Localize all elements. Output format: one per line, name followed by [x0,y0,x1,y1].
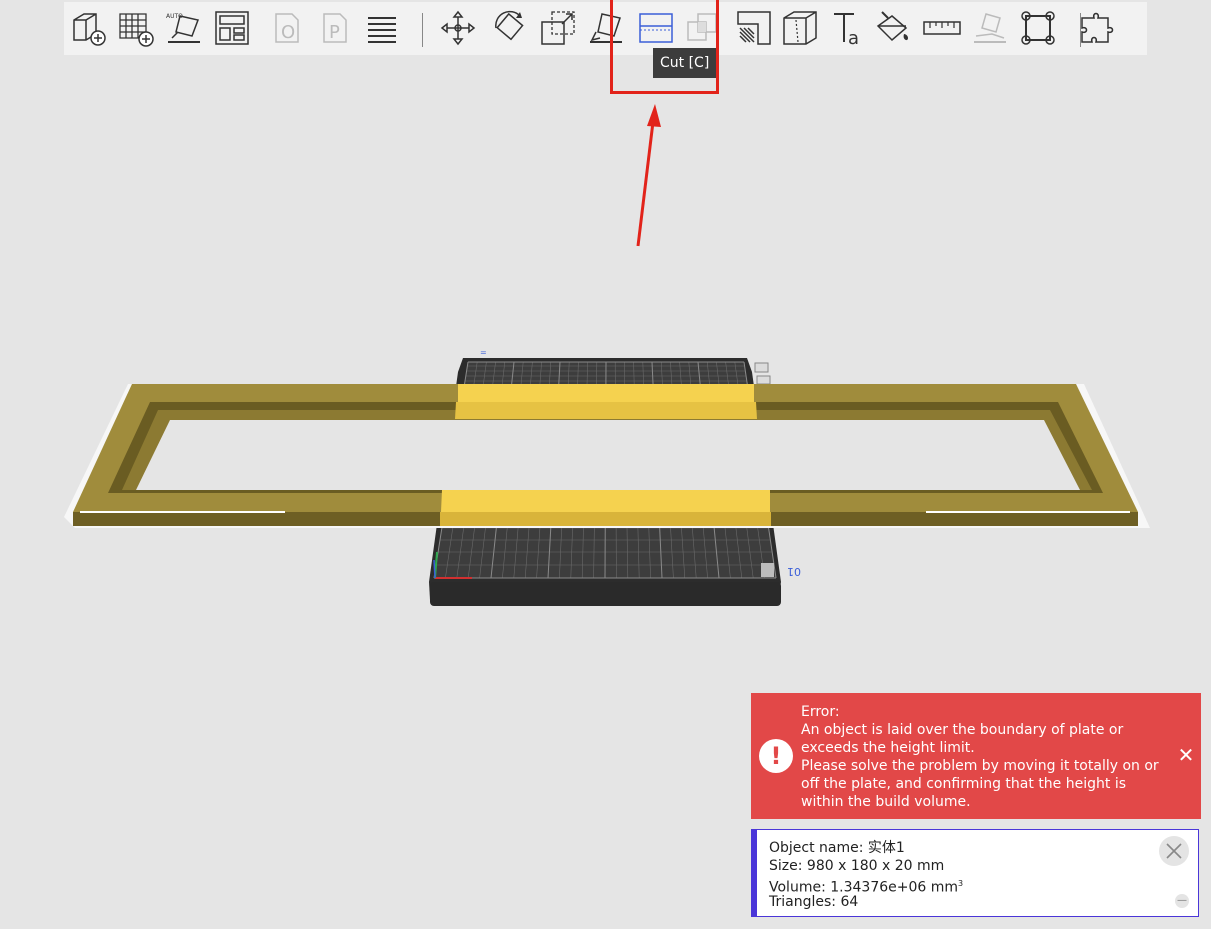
error-message: Error: An object is laid over the bounda… [801,703,1171,811]
error-body: An object is laid over the boundary of p… [801,722,1159,810]
split-to-parts-icon: P [316,8,356,48]
color-painting-icon[interactable] [874,8,914,48]
rotate-icon[interactable] [490,8,530,48]
svg-text:=: = [480,348,487,357]
minimize-icon[interactable]: — [1175,894,1189,908]
toolbar-separator [422,13,423,47]
svg-text:O: O [281,22,295,43]
layers-icon[interactable] [362,8,402,48]
annotation-highlight-box [610,0,719,94]
error-title: Error: [801,704,840,720]
support-painting-icon[interactable] [734,8,774,48]
split-to-objects-icon: O [268,8,308,48]
arrange-icon[interactable] [212,8,252,48]
error-notification: ! Error: An object is laid over the boun… [751,693,1201,819]
measure-icon[interactable] [922,8,962,48]
add-object-icon[interactable] [68,8,108,48]
exclamation-icon: ! [759,739,793,773]
object-size: Size: 980 x 180 x 20 mm [769,858,945,874]
add-plate-icon[interactable] [116,8,156,48]
object-frame[interactable] [64,384,1150,528]
move-icon[interactable] [438,8,478,48]
close-icon[interactable] [1159,836,1189,866]
assembly-view-icon[interactable] [1078,8,1118,48]
text-shape-icon[interactable]: a [828,8,868,49]
object-triangles: Triangles: 64 [769,894,859,910]
object-name: Object name: 实体1 [769,840,905,856]
svg-text:a: a [848,28,859,49]
toolbar-separator [1080,13,1081,47]
seam-painting-icon[interactable] [780,8,820,48]
object-info-panel: Object name: 实体1 Size: 980 x 180 x 20 mm… [751,829,1199,917]
scale-icon[interactable] [538,8,578,48]
svg-text:P: P [329,22,340,43]
close-icon[interactable]: ✕ [1176,745,1196,765]
auto-orient-icon[interactable]: AUTO [164,8,204,48]
main-toolbar: AUTO O Pa [64,2,1147,55]
assembly-icon [970,8,1010,48]
plate-number: 01 [787,565,801,578]
brim-ears-icon[interactable] [1018,8,1058,48]
